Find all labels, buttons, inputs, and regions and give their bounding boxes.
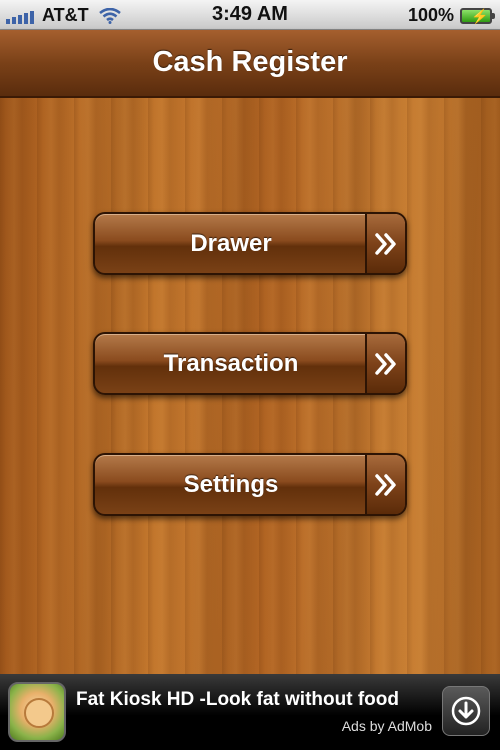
status-right: 100% ⚡ [407, 5, 495, 26]
page-title: Cash Register [152, 46, 348, 78]
nav-bar: Cash Register [0, 30, 500, 98]
battery-charging-icon: ⚡ [460, 7, 495, 24]
drawer-button-label: Drawer [190, 230, 272, 257]
transaction-button[interactable]: Transaction [93, 332, 407, 395]
wood-background: Drawer Transaction Settings [0, 98, 500, 674]
double-chevron-right-icon [365, 455, 405, 514]
drawer-button[interactable]: Drawer [93, 212, 407, 275]
double-chevron-right-icon [365, 214, 405, 273]
settings-button[interactable]: Settings [93, 453, 407, 516]
download-arrow-icon[interactable] [442, 686, 490, 736]
battery-percent: 100% [407, 5, 454, 25]
status-bar: AT&T 3:49 AM 100% ⚡ [0, 0, 500, 30]
ad-title: Fat Kiosk HD -Look fat without food [76, 689, 399, 710]
ad-banner[interactable]: Fat Kiosk HD -Look fat without food Ads … [0, 674, 500, 750]
settings-button-label: Settings [183, 471, 279, 498]
double-chevron-right-icon [365, 334, 405, 393]
transaction-button-label: Transaction [163, 350, 299, 377]
ad-attribution: Ads by AdMob [341, 718, 432, 734]
ad-app-icon [8, 682, 66, 742]
